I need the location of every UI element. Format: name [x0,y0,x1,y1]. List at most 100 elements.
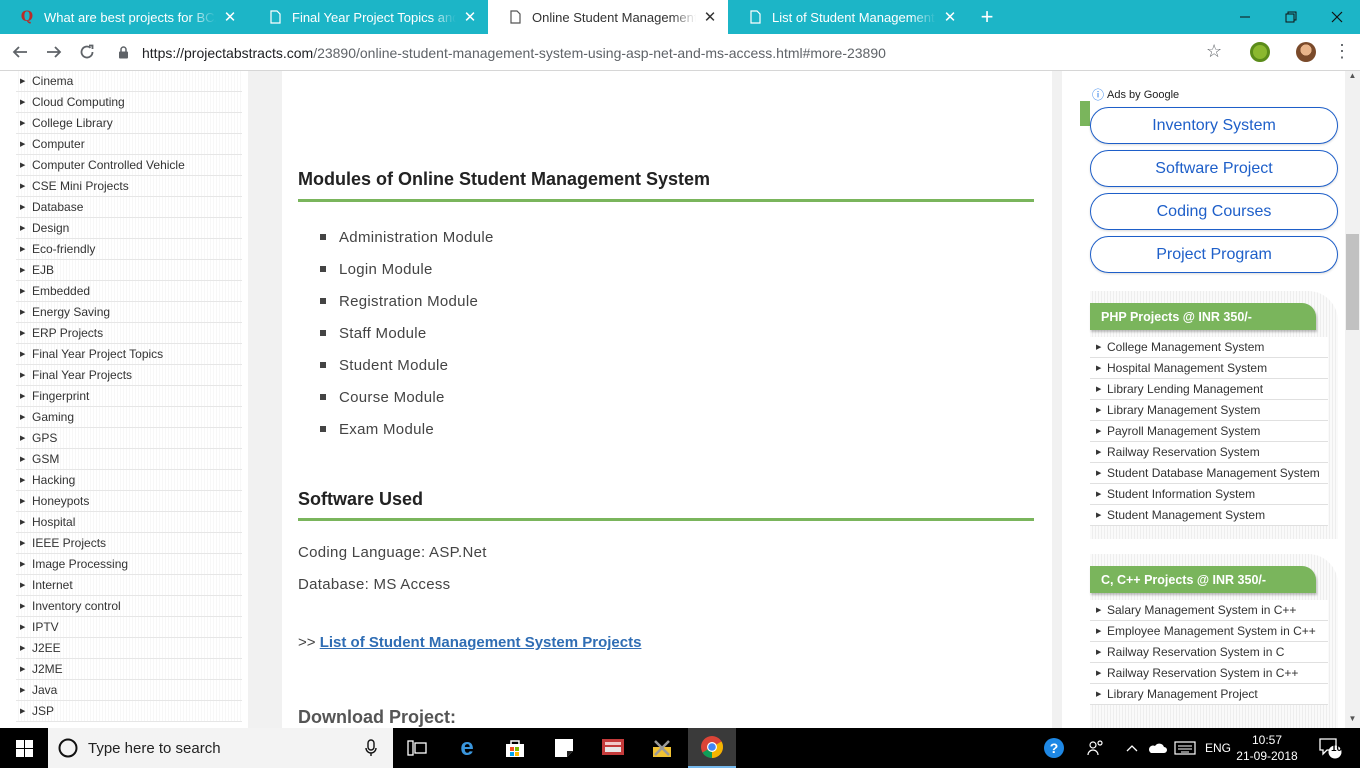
cpp-project-item[interactable]: ▶ Employee Management System in C++ [1090,621,1328,642]
category-item[interactable]: ▶ Hacking [16,470,242,491]
address-bar[interactable]: https://projectabstracts.com/23890/onlin… [110,39,1232,66]
category-item[interactable]: ▶ J2EE [16,638,242,659]
restore-button[interactable] [1268,0,1314,34]
modules-heading: Modules of Online Student Management Sys… [298,169,711,189]
scrollbar-thumb[interactable] [1346,234,1359,330]
php-project-item[interactable]: ▶ Student Information System [1090,484,1328,505]
php-project-item-label: Hospital Management System [1107,361,1268,375]
category-item[interactable]: ▶ Computer [16,134,242,155]
keyboard-button[interactable] [1172,728,1198,768]
reload-button[interactable] [75,40,99,64]
taskbar-search[interactable]: Type here to search [48,728,393,768]
input-language[interactable]: ENG [1202,728,1234,768]
close-window-button[interactable] [1314,0,1360,34]
category-item[interactable]: ▶ Computer Controlled Vehicle [16,155,242,176]
category-item[interactable]: ▶ Cinema [16,71,242,92]
ad-button-program[interactable]: Project Program [1090,236,1338,273]
cpp-project-item[interactable]: ▶ Railway Reservation System in C [1090,642,1328,663]
onedrive-button[interactable] [1146,728,1168,768]
category-item[interactable]: ▶ Hospital [16,512,242,533]
category-item[interactable]: ▶ Image Processing [16,554,242,575]
close-icon[interactable]: ✕ [942,8,958,26]
php-project-item[interactable]: ▶ Payroll Management System [1090,421,1328,442]
ad-button-coding[interactable]: Coding Courses [1090,193,1338,230]
extension-icon[interactable] [1250,42,1270,62]
hidden-icons-button[interactable] [1122,728,1142,768]
category-item[interactable]: ▶ Cloud Computing [16,92,242,113]
close-icon[interactable]: ✕ [702,8,718,26]
new-tab-button[interactable]: + [975,4,999,30]
category-item[interactable]: ▶ Design [16,218,242,239]
tools-app-button[interactable] [638,728,686,768]
category-item[interactable]: ▶ Inventory control [16,596,242,617]
student-management-projects-link[interactable]: List of Student Management System Projec… [320,634,642,651]
php-project-item-label: Railway Reservation System [1107,445,1260,459]
tab-list-student[interactable]: List of Student Management Syst ✕ [728,0,968,34]
help-tray-button[interactable]: ? [1040,728,1068,768]
start-button[interactable] [0,728,48,768]
minimize-button[interactable] [1222,0,1268,34]
php-project-item[interactable]: ▶ College Management System [1090,337,1328,358]
arrow-right-icon: ▶ [20,708,26,715]
edge-button[interactable]: e [443,728,491,768]
category-item[interactable]: ▶ Eco-friendly [16,239,242,260]
php-project-item[interactable]: ▶ Library Lending Management [1090,379,1328,400]
action-center-button[interactable]: 10 [1312,728,1348,768]
category-item[interactable]: ▶ EJB [16,260,242,281]
tab-online-student[interactable]: Online Student Management Sys ✕ [488,0,728,34]
category-item[interactable]: ▶ Internet [16,575,242,596]
close-icon[interactable]: ✕ [222,8,238,26]
page-scrollbar[interactable]: ▲ ▼ [1345,71,1360,728]
php-project-item[interactable]: ▶ Library Management System [1090,400,1328,421]
category-item[interactable]: ▶ Fingerprint [16,386,242,407]
cpp-project-item[interactable]: ▶ Railway Reservation System in C++ [1090,663,1328,684]
category-item[interactable]: ▶ GSM [16,449,242,470]
ad-button-software[interactable]: Software Project [1090,150,1338,187]
category-item[interactable]: ▶ J2ME [16,659,242,680]
category-item[interactable]: ▶ Final Year Projects [16,365,242,386]
category-item[interactable]: ▶ College Library [16,113,242,134]
category-item[interactable]: ▶ Embedded [16,281,242,302]
profile-avatar[interactable] [1296,42,1316,62]
bookmark-star-icon[interactable]: ☆ [1206,41,1222,62]
clock[interactable]: 10:57 21-09-2018 [1236,732,1298,764]
category-item[interactable]: ▶ Final Year Project Topics [16,344,242,365]
chrome-button[interactable] [688,728,736,768]
people-button[interactable] [1084,728,1108,768]
module-name: Login Module [339,260,433,278]
category-item[interactable]: ▶ ERP Projects [16,323,242,344]
php-project-item[interactable]: ▶ Hospital Management System [1090,358,1328,379]
ads-by-google[interactable]: ⓘ Ads by Google [1092,86,1179,103]
php-project-item[interactable]: ▶ Railway Reservation System [1090,442,1328,463]
task-view-button[interactable] [393,728,441,768]
category-item[interactable]: ▶ GPS [16,428,242,449]
category-item[interactable]: ▶ Java [16,680,242,701]
cpp-project-item[interactable]: ▶ Salary Management System in C++ [1090,600,1328,621]
more-menu-icon[interactable]: ⋮ [1333,41,1351,62]
category-item[interactable]: ▶ Gaming [16,407,242,428]
windows-logo-icon [15,739,33,757]
category-item[interactable]: ▶ Energy Saving [16,302,242,323]
close-icon[interactable]: ✕ [462,8,478,26]
cpp-project-item[interactable]: ▶ Library Management Project [1090,684,1328,705]
category-item[interactable]: ▶ Honeypots [16,491,242,512]
store-button[interactable] [491,728,539,768]
category-item[interactable]: ▶ JSP [16,701,242,722]
php-project-item[interactable]: ▶ Student Database Management System [1090,463,1328,484]
app-button-red[interactable] [589,728,637,768]
category-item[interactable]: ▶ IPTV [16,617,242,638]
category-item[interactable]: ▶ IEEE Projects [16,533,242,554]
tab-quora[interactable]: Q What are best projects for BCA st ✕ [0,0,248,34]
arrow-right-icon: ▶ [20,561,26,568]
ad-button-inventory[interactable]: Inventory System [1090,107,1338,144]
scroll-up-arrow-icon[interactable]: ▲ [1345,71,1360,80]
tab-final-year[interactable]: Final Year Project Topics and Idea ✕ [248,0,488,34]
scroll-down-arrow-icon[interactable]: ▼ [1345,714,1360,723]
back-button[interactable] [8,40,32,64]
category-item[interactable]: ▶ Database [16,197,242,218]
forward-button[interactable] [42,40,66,64]
sticky-notes-button[interactable] [540,728,588,768]
php-project-item[interactable]: ▶ Student Management System [1090,505,1328,526]
arrow-right-icon: ▶ [20,645,26,652]
category-item[interactable]: ▶ CSE Mini Projects [16,176,242,197]
